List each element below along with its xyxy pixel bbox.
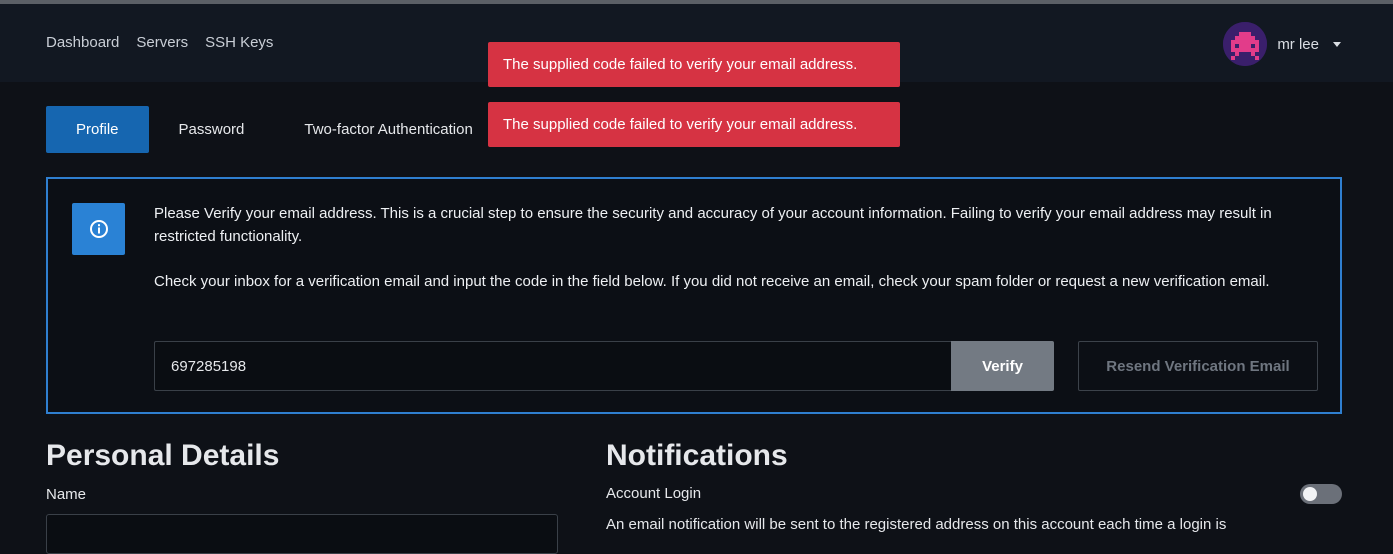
- info-circle-icon: [72, 203, 125, 255]
- user-menu[interactable]: mr lee: [1223, 22, 1341, 66]
- main-nav: Dashboard Servers SSH Keys: [46, 34, 273, 51]
- profile-tabs: Profile Password Two-factor Authenticati…: [46, 106, 503, 153]
- nav-ssh-keys[interactable]: SSH Keys: [205, 34, 273, 51]
- account-login-label: Account Login: [606, 485, 702, 502]
- verify-message: Please Verify your email address. This i…: [154, 205, 1272, 245]
- avatar[interactable]: [1223, 22, 1268, 66]
- nav-servers[interactable]: Servers: [136, 34, 188, 51]
- email-verification-panel: Please Verify your email address. This i…: [46, 177, 1342, 414]
- tab-two-factor[interactable]: Two-factor Authentication: [304, 106, 502, 153]
- name-label: Name: [46, 486, 87, 503]
- caret-down-icon: [1333, 41, 1341, 47]
- tab-password[interactable]: Password: [149, 106, 305, 153]
- tab-profile[interactable]: Profile: [46, 106, 149, 153]
- error-toast[interactable]: The supplied code failed to verify your …: [488, 42, 900, 87]
- pixel-invader-avatar-icon: [1223, 22, 1268, 66]
- name-input[interactable]: [46, 514, 558, 554]
- notification-description: An email notification will be sent to th…: [606, 516, 1227, 533]
- notifications-heading: Notifications: [606, 439, 788, 472]
- resend-verification-button[interactable]: Resend Verification Email: [1078, 341, 1318, 391]
- personal-details-heading: Personal Details: [46, 439, 280, 472]
- nav-dashboard[interactable]: Dashboard: [46, 34, 119, 51]
- verification-code-input[interactable]: 697285198: [154, 341, 952, 391]
- verify-instructions: Check your inbox for a verification emai…: [154, 273, 1270, 290]
- user-name: mr lee: [1277, 35, 1319, 53]
- error-toast[interactable]: The supplied code failed to verify your …: [488, 102, 900, 147]
- account-login-toggle[interactable]: [1300, 484, 1342, 504]
- verify-button[interactable]: Verify: [951, 341, 1054, 391]
